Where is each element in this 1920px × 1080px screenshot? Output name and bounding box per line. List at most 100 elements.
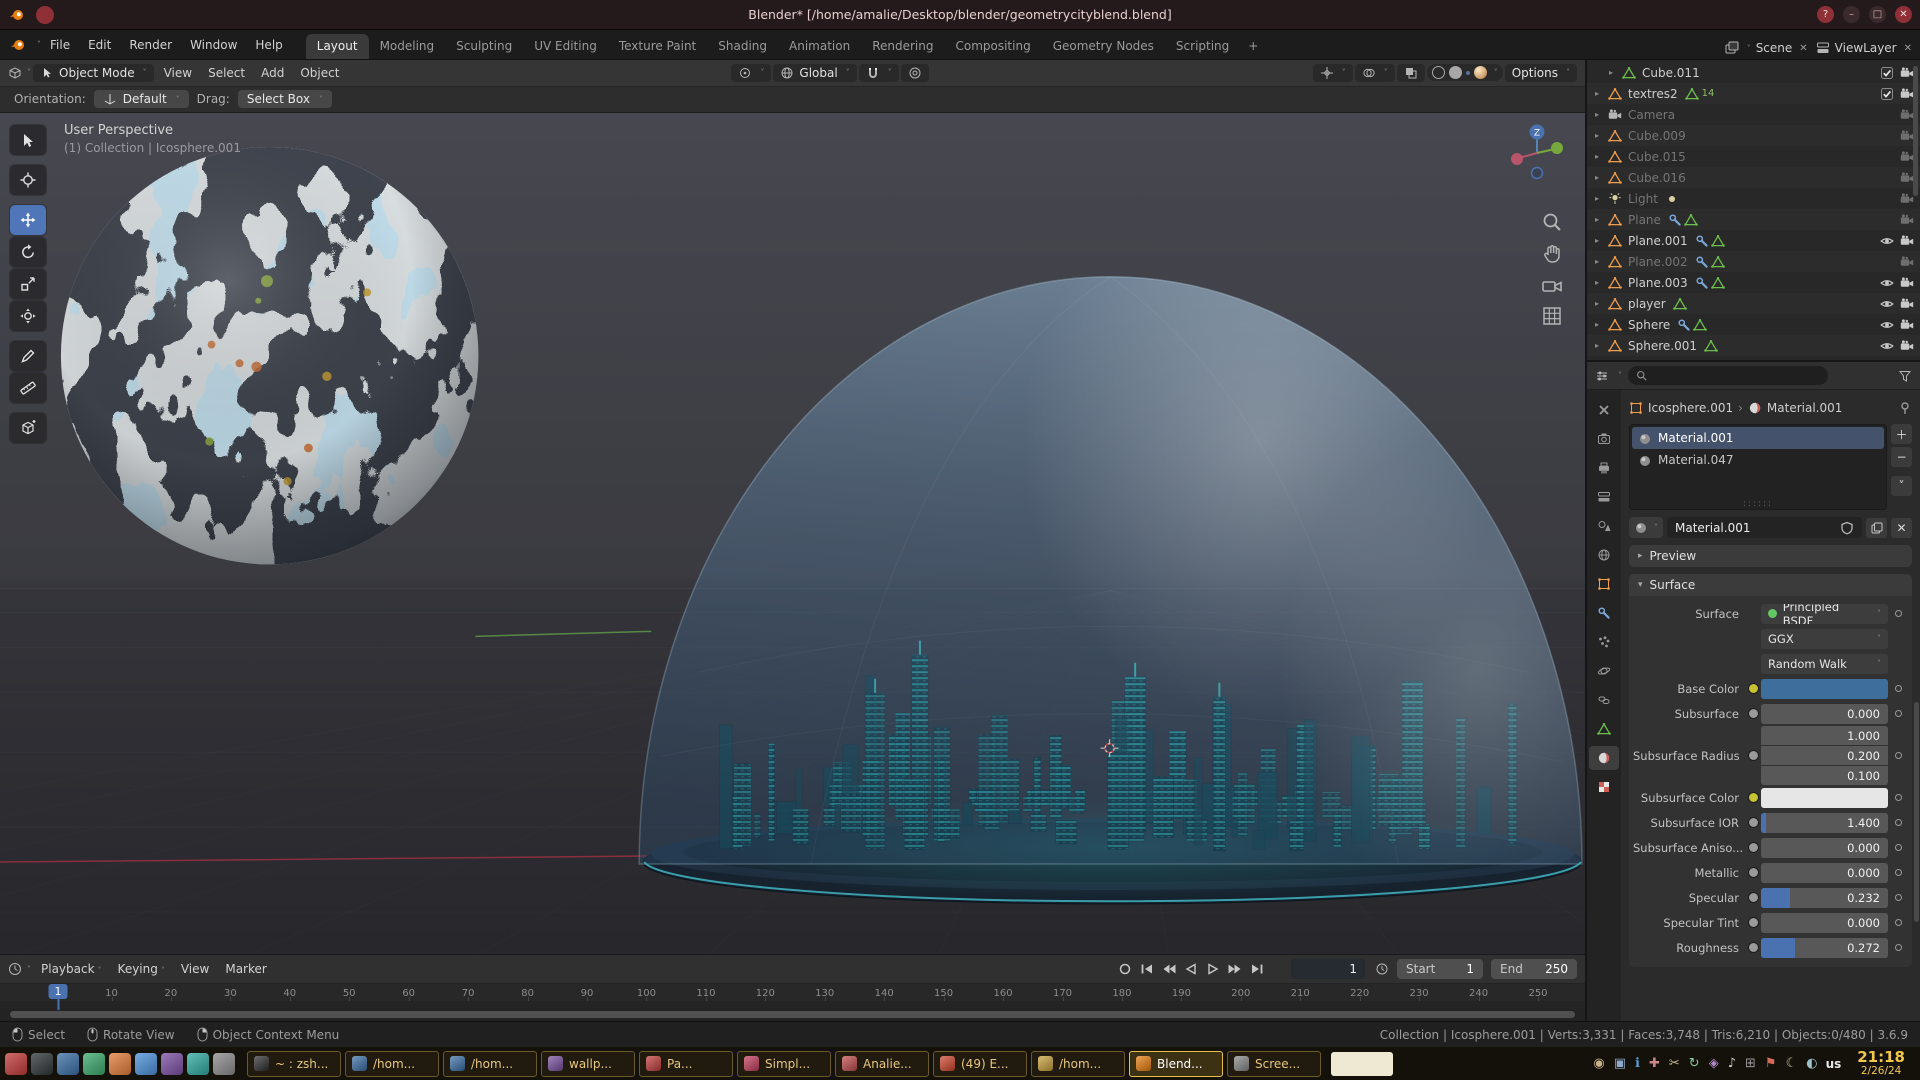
properties-tab-modifiers[interactable] [1589,601,1619,625]
dropdown-principled-bsdf[interactable]: Principled BSDF˅ [1761,604,1888,624]
taskbar-window-hom[interactable]: /hom... [345,1051,439,1077]
properties-tab-particles[interactable] [1589,630,1619,654]
tray-icon[interactable]: ↻ [1689,1056,1700,1071]
outliner-item-plane-002[interactable]: ▸Plane.002 [1587,251,1920,272]
tray-icon[interactable]: ◈ [1709,1056,1719,1071]
play-reverse-button[interactable] [1183,962,1199,976]
outliner-item-cube-011[interactable]: ▸Cube.011 [1587,62,1920,83]
launcher-icon[interactable] [161,1053,183,1075]
slider-metallic[interactable]: 0.000 [1761,863,1888,883]
tray-icon[interactable]: ◐ [1806,1056,1817,1071]
number-field[interactable]: 0.100 [1761,766,1888,785]
outliner-item-plane[interactable]: ▸Plane [1587,209,1920,230]
hide-viewport-eye-icon[interactable] [1880,276,1894,290]
show-overlays-toggle[interactable]: ˅ [1355,64,1395,82]
disable-render-camera-icon[interactable] [1900,213,1914,227]
disable-render-camera-icon[interactable] [1900,171,1914,185]
jump-to-start-button[interactable] [1139,962,1155,976]
disable-render-camera-icon[interactable] [1900,339,1914,353]
proportional-editing-toggle[interactable] [901,64,929,82]
outliner-item-cube-016[interactable]: ▸Cube.016 [1587,167,1920,188]
prev-keyframe-button[interactable] [1161,962,1177,976]
mode-selector[interactable]: Object Mode ˅ [33,64,154,82]
topbar-menu-help[interactable]: Help [246,32,291,58]
hide-viewport-eye-icon[interactable] [1880,339,1894,353]
hide-viewport-eye-icon[interactable] [1880,297,1894,311]
frame-end-field[interactable]: End 250 [1491,959,1577,979]
slider-specular[interactable]: 0.232 [1761,888,1888,908]
taskbar-window-scree[interactable]: Scree... [1227,1051,1321,1077]
expand-arrow-icon[interactable]: ▸ [1595,278,1605,287]
timeline-ruler[interactable]: 1020304050607080901001101201301401501601… [0,983,1585,1001]
tool-cursor-button[interactable] [10,165,46,195]
snapping-toggle[interactable]: ˅ [859,64,899,82]
material-specials-menu[interactable]: ˅ [1891,476,1912,496]
transform-orientation-selector[interactable]: Global ˅ [773,64,856,82]
disable-render-camera-icon[interactable] [1900,318,1914,332]
properties-tab-object[interactable] [1589,572,1619,596]
keyframe-decorator[interactable] [1895,919,1902,926]
keyframe-decorator[interactable] [1895,794,1902,801]
taskbar-window-pa[interactable]: Pa... [639,1051,733,1077]
tab-texture-paint[interactable]: Texture Paint [608,34,707,59]
browse-material-button[interactable]: ˅ [1629,517,1663,538]
properties-scrollbar[interactable] [1914,702,1919,922]
launcher-icon[interactable] [31,1053,53,1075]
tool-add-cube-button[interactable] [10,413,46,443]
number-field[interactable]: 0.200 [1761,746,1888,765]
surface-panel-header[interactable]: ▾ Surface [1629,574,1912,596]
tool-scale-button[interactable] [10,269,46,299]
options-menu[interactable]: Options ˅ [1505,64,1577,82]
tray-icon[interactable]: ♪ [1728,1056,1736,1071]
expand-arrow-icon[interactable]: ▸ [1609,68,1619,77]
tray-icon[interactable]: ⊞ [1745,1056,1756,1071]
slider-roughness[interactable]: 0.272 [1761,938,1888,958]
tab-modeling[interactable]: Modeling [369,34,446,59]
expand-arrow-icon[interactable]: ▸ [1595,257,1605,266]
slider-specular-tint[interactable]: 0.000 [1761,913,1888,933]
topbar-menu-edit[interactable]: Edit [79,32,120,58]
material-slot-material-001[interactable]: Material.001 [1632,427,1884,449]
hide-viewport-eye-icon[interactable] [1880,318,1894,332]
transform-pivot-selector[interactable]: ˅ [731,64,771,82]
3d-viewport[interactable]: User Perspective (1) Collection | Icosph… [0,113,1585,954]
outliner-item-cube-009[interactable]: ▸Cube.009 [1587,125,1920,146]
properties-tab-object-data[interactable] [1589,717,1619,741]
unlink-material-button[interactable]: ✕ [1891,518,1912,538]
next-keyframe-button[interactable] [1227,962,1243,976]
expand-arrow-icon[interactable]: ▸ [1595,299,1605,308]
launcher-icon[interactable] [83,1053,105,1075]
zoom-tool-icon[interactable] [1541,211,1563,233]
tab-shading[interactable]: Shading [707,34,778,59]
tray-icon[interactable]: ✚ [1649,1056,1660,1071]
material-shading-button[interactable] [1466,71,1470,75]
keyframe-decorator[interactable] [1895,710,1902,717]
properties-tab-material[interactable] [1589,746,1619,770]
scene-selector[interactable]: ˅ Scene ✕ [1725,41,1810,55]
timeline-scrollbar[interactable] [0,1009,1585,1021]
disable-render-camera-icon[interactable] [1900,108,1914,122]
help-window-button[interactable]: ? [1817,6,1834,23]
tab-geometry-nodes[interactable]: Geometry Nodes [1042,34,1165,59]
outliner-item-textres2[interactable]: ▸textres214 [1587,83,1920,104]
expand-arrow-icon[interactable]: ▸ [1595,194,1605,203]
timeline-menu-keying[interactable]: Keying˅ [110,959,173,979]
outliner-scrollbar[interactable] [1913,66,1918,196]
expand-arrow-icon[interactable]: ▸ [1595,341,1605,350]
outliner-item-player[interactable]: ▸player [1587,293,1920,314]
tool-annotate-button[interactable] [10,341,46,371]
tool-measure-button[interactable] [10,373,46,403]
expand-arrow-icon[interactable]: ▸ [1595,110,1605,119]
gizmo-neg-z-axis[interactable] [1532,167,1543,178]
preview-panel-header[interactable]: ▸ Preview [1629,545,1912,567]
dropdown-ggx[interactable]: GGX˅ [1761,629,1888,649]
outliner-item-sphere-001[interactable]: ▸Sphere.001 [1587,335,1920,356]
properties-tab-scene[interactable] [1589,514,1619,538]
blender-menu-icon[interactable] [10,37,30,53]
properties-tab-world[interactable] [1589,543,1619,567]
app-menu-icon[interactable] [36,6,54,24]
outliner-item-sphere[interactable]: ▸Sphere [1587,314,1920,335]
properties-tab-output[interactable] [1589,456,1619,480]
keyboard-layout-indicator[interactable]: us [1826,1057,1842,1071]
keyframe-decorator[interactable] [1895,869,1902,876]
